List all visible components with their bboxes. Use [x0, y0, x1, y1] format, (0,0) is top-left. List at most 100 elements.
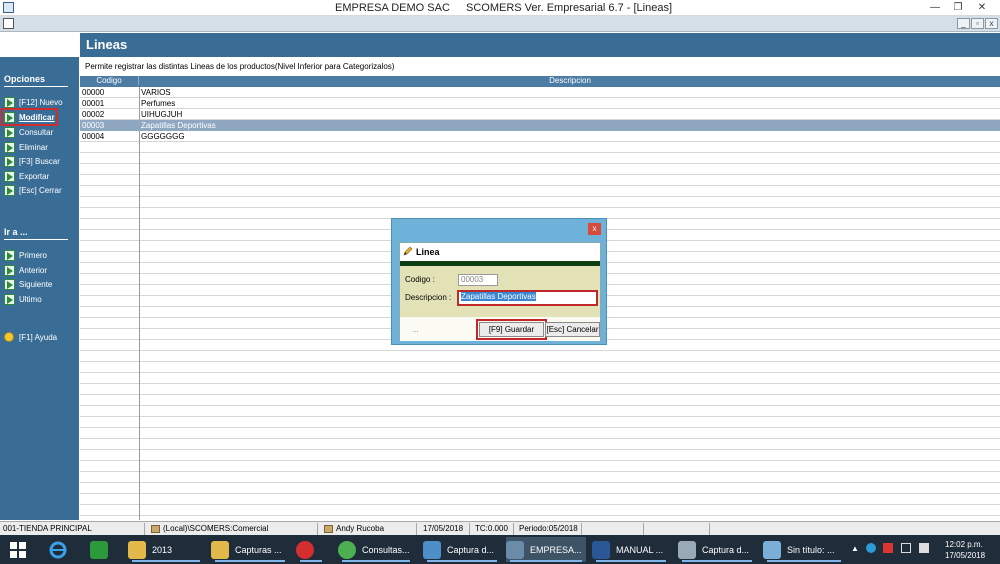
opera-icon[interactable] — [296, 537, 326, 562]
tray-pdf-icon[interactable] — [883, 543, 893, 553]
mdi-restore-button[interactable]: ▫ — [971, 18, 984, 29]
sidebar-item-siguiente[interactable]: Siguiente — [4, 278, 52, 290]
column-header-descripcion[interactable]: Descripcion — [140, 76, 1000, 85]
column-divider — [139, 87, 140, 520]
goto-heading: Ir a ... — [4, 227, 28, 237]
status-empty — [646, 523, 710, 535]
app-icon — [3, 2, 14, 13]
taskbar-item-capturas[interactable]: Capturas ... — [211, 537, 289, 562]
sidebar-item-primero[interactable]: Primero — [4, 249, 47, 261]
tray-network-icon[interactable] — [866, 543, 876, 553]
app-icon — [506, 540, 524, 559]
notepad-icon — [763, 540, 781, 559]
tray-monitor-icon[interactable] — [901, 543, 911, 553]
mdi-bar: _ ▫ x — [0, 16, 1000, 32]
user-icon — [324, 524, 333, 533]
sidebar-item-modificar[interactable]: Modificar — [1, 108, 58, 126]
dialog-footer: ... [F9] Guardar [Esc] Cancelar — [400, 317, 600, 341]
taskbar-item-empresa[interactable]: EMPRESA... — [506, 537, 586, 562]
descripcion-field[interactable]: Zapatillas Deportivas — [457, 290, 598, 306]
sidebar-item-ultimo[interactable]: Ultimo — [4, 293, 42, 305]
dialog-title: Linea — [416, 247, 440, 257]
dialog-form: Codigo : 00003 Descripcion : Zapatillas … — [400, 266, 600, 317]
dialog-body: Linea Codigo : 00003 Descripcion : Zapat… — [399, 242, 601, 341]
restore-button[interactable]: ❐ — [948, 1, 968, 14]
arrow-right-icon — [4, 111, 15, 123]
taskbar-item-captura-2[interactable]: Captura d... — [678, 537, 756, 562]
sidebar: Opciones [F12] Nuevo Modificar Consultar… — [0, 33, 79, 520]
tray-chevron-icon[interactable]: ▲ — [851, 544, 859, 553]
status-user: Andy Rucoba — [321, 523, 417, 535]
status-period: Periodo:05/2018 — [516, 523, 582, 535]
table-row[interactable]: 00002 UIHUGJUH — [80, 109, 1000, 120]
sidebar-item-ayuda[interactable]: [F1] Ayuda — [4, 331, 57, 343]
arrow-right-icon — [4, 293, 15, 305]
document-icon[interactable] — [3, 18, 14, 29]
cancel-button[interactable]: [Esc] Cancelar — [545, 322, 600, 337]
taskbar-item-sin-titulo[interactable]: Sin título: ... — [763, 537, 845, 562]
taskbar-item-manual[interactable]: MANUAL ... — [592, 537, 670, 562]
windows-start-icon[interactable] — [10, 542, 26, 558]
arrow-right-icon — [4, 126, 15, 138]
status-store: 001-TIENDA PRINCIPAL — [0, 523, 145, 535]
taskbar: 2013 Capturas ... Consultas... Captura d… — [0, 535, 1000, 564]
word-icon — [592, 540, 610, 559]
arrow-right-icon — [4, 96, 15, 108]
folder-icon — [128, 540, 146, 559]
arrow-right-icon — [4, 155, 15, 167]
arrow-right-icon — [4, 278, 15, 290]
options-heading: Opciones — [4, 74, 46, 84]
page-header: Lineas — [80, 33, 1000, 57]
paint-icon — [678, 540, 696, 559]
codigo-label: Codigo : — [405, 275, 435, 284]
close-button[interactable]: ✕ — [972, 1, 992, 14]
dialog-header: Linea — [400, 243, 600, 261]
arrow-right-icon — [4, 184, 15, 196]
sidebar-item-consultar[interactable]: Consultar — [4, 126, 53, 138]
table-row-selected[interactable]: 00003 Zapatillas Deportivas — [80, 120, 1000, 131]
window-titlebar: EMPRESA DEMO SAC SCOMERS Ver. Empresaria… — [0, 0, 1000, 16]
descripcion-label: Descripcion : — [405, 293, 452, 302]
sidebar-item-buscar[interactable]: [F3] Buscar — [4, 155, 60, 167]
taskbar-item-consultas[interactable]: Consultas... — [338, 537, 414, 562]
save-button[interactable]: [F9] Guardar — [476, 319, 547, 340]
divider — [4, 86, 68, 87]
sidebar-item-anterior[interactable]: Anterior — [4, 264, 47, 276]
window-title-company: EMPRESA DEMO SAC — [335, 2, 450, 14]
table-row[interactable]: 00004 GGGGGGG — [80, 131, 1000, 142]
divider — [4, 239, 68, 240]
arrow-right-icon — [4, 249, 15, 261]
linea-dialog: x Linea Codigo : 00003 Descripcion : Zap… — [391, 218, 607, 345]
tray-volume-icon[interactable] — [919, 543, 929, 553]
table-row[interactable]: 00000 VARIOS — [80, 87, 1000, 98]
tray-time[interactable]: 12:02 p.m. — [945, 540, 983, 549]
page-title: Lineas — [86, 37, 128, 52]
status-tc: TC:0.000 — [472, 523, 514, 535]
dialog-close-button[interactable]: x — [588, 223, 601, 235]
mdi-close-button[interactable]: x — [985, 18, 998, 29]
arrow-right-icon — [4, 141, 15, 153]
taskbar-item-captura-1[interactable]: Captura d... — [423, 537, 501, 562]
pencil-icon — [403, 246, 413, 256]
status-empty — [584, 523, 644, 535]
page-subtitle: Permite registrar las distintas Lineas d… — [85, 62, 395, 71]
ie-icon[interactable] — [48, 537, 68, 562]
help-icon — [4, 332, 14, 342]
image-viewer-icon — [423, 540, 441, 559]
store-icon[interactable] — [90, 537, 114, 562]
sidebar-item-cerrar[interactable]: [Esc] Cerrar — [4, 184, 62, 196]
sidebar-item-eliminar[interactable]: Eliminar — [4, 141, 48, 153]
grid-header: Codigo Descripcion — [80, 76, 1000, 87]
minimize-button[interactable]: — — [925, 1, 945, 14]
tray-date[interactable]: 17/05/2018 — [945, 551, 985, 560]
table-row[interactable]: 00001 Perfumes — [80, 98, 1000, 109]
arrow-right-icon — [4, 170, 15, 182]
sidebar-item-exportar[interactable]: Exportar — [4, 170, 49, 182]
chrome-icon — [338, 540, 356, 559]
sidebar-item-nuevo[interactable]: [F12] Nuevo — [4, 96, 63, 108]
codigo-field[interactable]: 00003 — [458, 274, 498, 286]
status-date: 17/05/2018 — [420, 523, 470, 535]
taskbar-item-2013[interactable]: 2013 — [128, 537, 204, 562]
mdi-minimize-button[interactable]: _ — [957, 18, 970, 29]
column-header-codigo[interactable]: Codigo — [80, 76, 139, 85]
